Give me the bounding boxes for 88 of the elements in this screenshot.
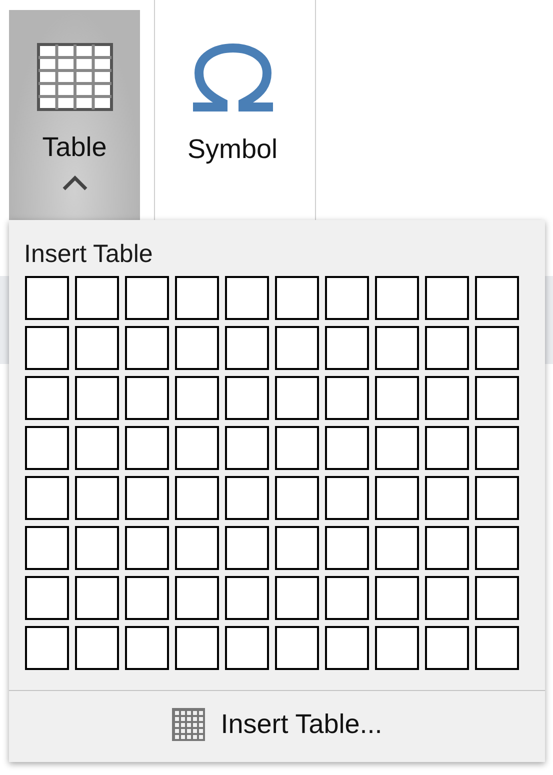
grid-cell[interactable] — [375, 476, 419, 520]
grid-cell[interactable] — [175, 376, 219, 420]
grid-cell[interactable] — [225, 326, 269, 370]
omega-icon — [190, 43, 274, 113]
grid-cell[interactable] — [25, 276, 69, 320]
grid-cell[interactable] — [75, 576, 119, 620]
grid-cell[interactable] — [425, 476, 469, 520]
grid-cell[interactable] — [75, 526, 119, 570]
grid-cell[interactable] — [225, 426, 269, 470]
grid-cell[interactable] — [75, 426, 119, 470]
grid-cell[interactable] — [225, 626, 269, 670]
grid-cell[interactable] — [425, 576, 469, 620]
grid-cell[interactable] — [225, 276, 269, 320]
grid-cell[interactable] — [375, 326, 419, 370]
symbol-button[interactable]: Symbol — [155, 10, 310, 222]
grid-cell[interactable] — [325, 526, 369, 570]
grid-cell[interactable] — [375, 426, 419, 470]
grid-cell[interactable] — [275, 276, 319, 320]
grid-cell[interactable] — [175, 526, 219, 570]
grid-cell[interactable] — [75, 376, 119, 420]
grid-cell[interactable] — [25, 476, 69, 520]
grid-cell[interactable] — [275, 576, 319, 620]
grid-cell[interactable] — [175, 626, 219, 670]
table-icon — [172, 708, 205, 741]
grid-cell[interactable] — [175, 576, 219, 620]
grid-cell[interactable] — [475, 626, 519, 670]
grid-cell[interactable] — [225, 376, 269, 420]
grid-cell[interactable] — [25, 576, 69, 620]
grid-cell[interactable] — [425, 426, 469, 470]
caret-icon — [62, 175, 88, 191]
grid-cell[interactable] — [425, 526, 469, 570]
grid-cell[interactable] — [275, 376, 319, 420]
grid-cell[interactable] — [325, 426, 369, 470]
grid-cell[interactable] — [475, 376, 519, 420]
table-icon — [36, 43, 112, 111]
grid-cell[interactable] — [175, 476, 219, 520]
grid-cell[interactable] — [425, 626, 469, 670]
grid-cell[interactable] — [125, 426, 169, 470]
grid-cell[interactable] — [125, 476, 169, 520]
insert-table-button[interactable]: Insert Table... — [9, 691, 545, 762]
grid-cell[interactable] — [75, 276, 119, 320]
grid-cell[interactable] — [375, 376, 419, 420]
grid-cell[interactable] — [275, 526, 319, 570]
grid-cell[interactable] — [25, 626, 69, 670]
grid-cell[interactable] — [275, 326, 319, 370]
grid-cell[interactable] — [325, 476, 369, 520]
grid-cell[interactable] — [125, 276, 169, 320]
grid-cell[interactable] — [175, 276, 219, 320]
grid-cell[interactable] — [75, 326, 119, 370]
grid-cell[interactable] — [125, 576, 169, 620]
grid-cell[interactable] — [225, 476, 269, 520]
grid-cell[interactable] — [325, 626, 369, 670]
grid-cell[interactable] — [225, 526, 269, 570]
grid-cell[interactable] — [425, 326, 469, 370]
grid-cell[interactable] — [325, 576, 369, 620]
grid-cell[interactable] — [375, 276, 419, 320]
grid-cell[interactable] — [475, 476, 519, 520]
grid-cell[interactable] — [425, 276, 469, 320]
grid-cell[interactable] — [75, 476, 119, 520]
grid-cell[interactable] — [175, 326, 219, 370]
grid-cell[interactable] — [225, 576, 269, 620]
grid-cell[interactable] — [275, 426, 319, 470]
grid-cell[interactable] — [325, 276, 369, 320]
grid-cell[interactable] — [125, 376, 169, 420]
grid-cell[interactable] — [275, 626, 319, 670]
grid-cell[interactable] — [475, 276, 519, 320]
grid-cell[interactable] — [475, 576, 519, 620]
table-button[interactable]: Table — [9, 10, 140, 222]
grid-cell[interactable] — [475, 526, 519, 570]
grid-cell[interactable] — [375, 626, 419, 670]
grid-cell[interactable] — [25, 326, 69, 370]
grid-cell[interactable] — [175, 426, 219, 470]
grid-cell[interactable] — [125, 326, 169, 370]
grid-cell[interactable] — [425, 376, 469, 420]
grid-cell[interactable] — [125, 526, 169, 570]
grid-cell[interactable] — [275, 476, 319, 520]
grid-cell[interactable] — [325, 376, 369, 420]
grid-cell[interactable] — [375, 526, 419, 570]
grid-cell[interactable] — [25, 426, 69, 470]
grid-cell[interactable] — [475, 326, 519, 370]
grid-cell[interactable] — [25, 526, 69, 570]
menu-title: Insert Table — [23, 239, 154, 269]
grid-cell[interactable] — [125, 626, 169, 670]
grid-cell[interactable] — [75, 626, 119, 670]
grid-cell[interactable] — [375, 576, 419, 620]
grid-cell[interactable] — [325, 326, 369, 370]
grid-cell[interactable] — [475, 426, 519, 470]
grid-cell[interactable] — [25, 376, 69, 420]
